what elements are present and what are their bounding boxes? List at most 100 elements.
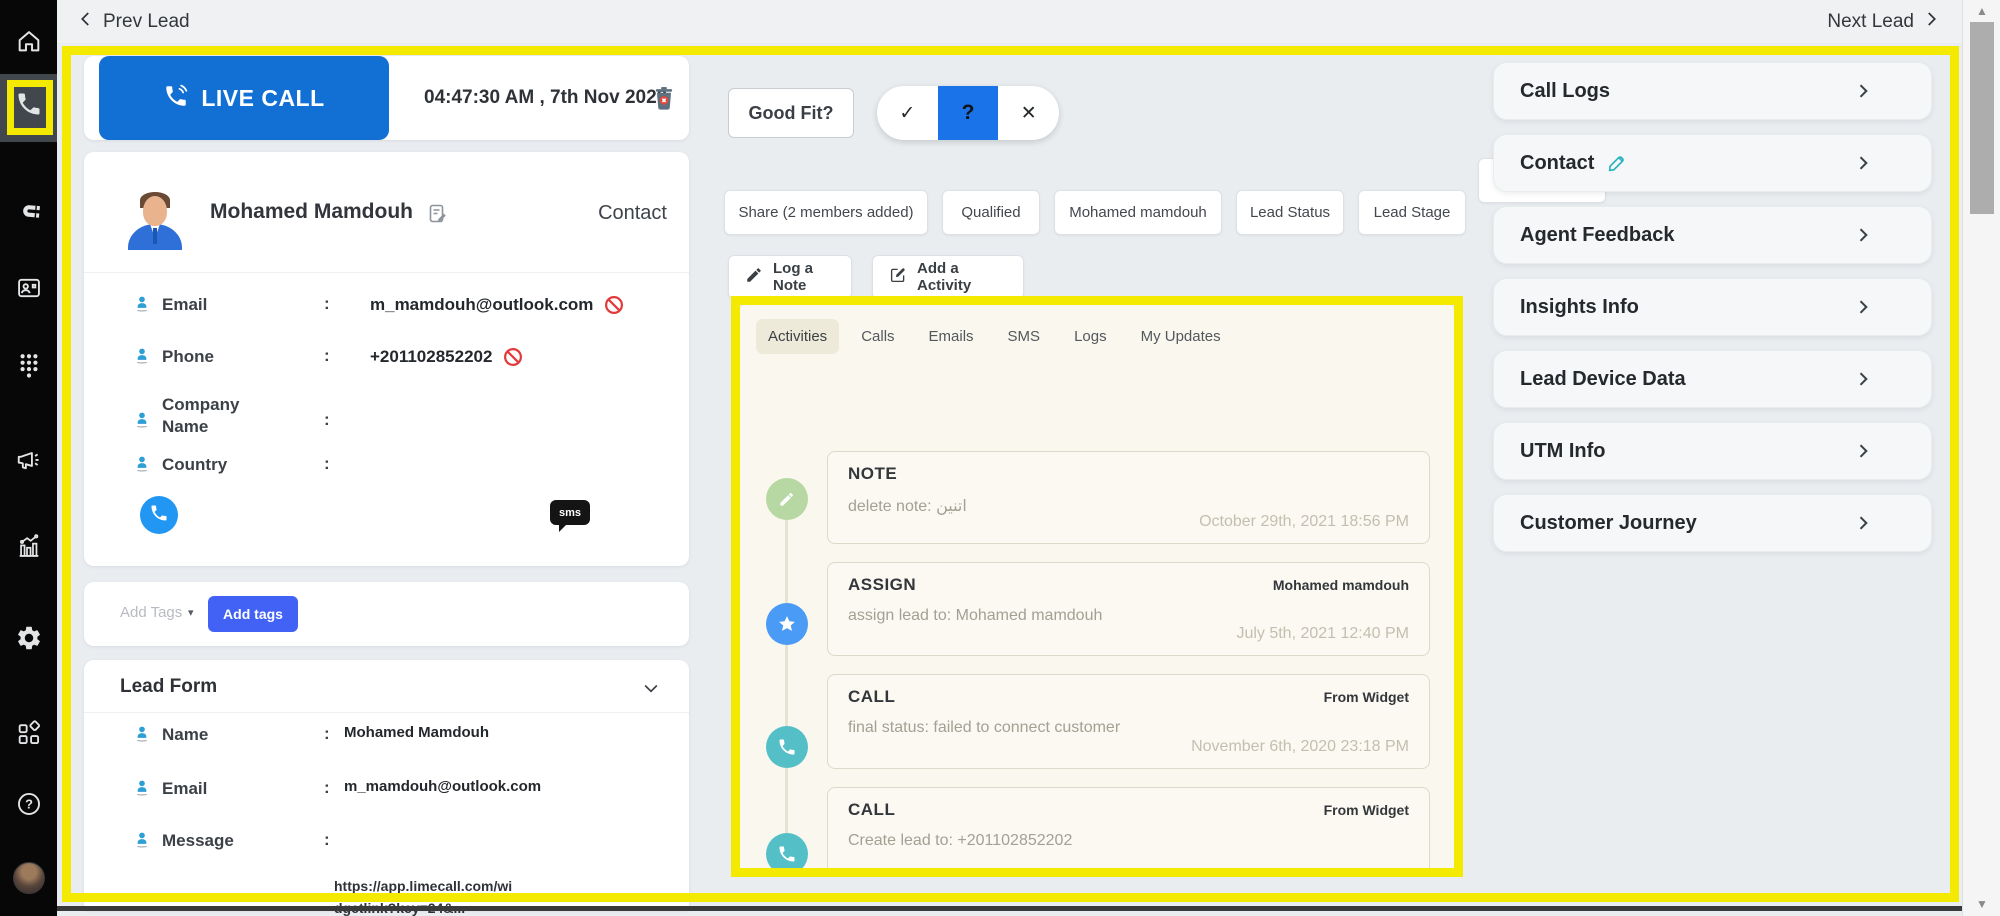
tab-my-updates[interactable]: My Updates <box>1129 319 1233 354</box>
activity-source: From Widget <box>1323 689 1409 705</box>
call-contact-button[interactable] <box>140 496 178 534</box>
svg-text:?: ? <box>25 796 33 811</box>
panel-customer-journey[interactable]: Customer Journey <box>1493 494 1932 552</box>
contact-field-country: Country : <box>84 454 689 484</box>
lead-form-url-line1: https://app.limecall.com/wi <box>334 878 513 894</box>
sidebar-item-campaigns[interactable] <box>0 434 57 490</box>
live-call-label: LIVE CALL <box>201 84 325 111</box>
pencil-icon <box>745 266 763 288</box>
divider <box>84 712 689 713</box>
megaphone-icon <box>15 446 43 479</box>
caret-down-icon[interactable]: ▾ <box>188 606 194 619</box>
next-lead-button[interactable]: Next Lead <box>1827 0 1940 43</box>
panel-utm-info[interactable]: UTM Info <box>1493 422 1932 480</box>
panel-call-logs[interactable]: Call Logs <box>1493 62 1932 120</box>
add-tags-dropdown[interactable]: Add Tags <box>120 604 182 621</box>
add-tags-button[interactable]: Add tags <box>208 596 298 632</box>
panel-agent-feedback[interactable]: Agent Feedback <box>1493 206 1932 264</box>
chevron-down-icon[interactable] <box>641 678 661 698</box>
sidebar-item-analytics[interactable] <box>0 520 57 576</box>
lead-status-button[interactable]: Lead Status <box>1236 190 1344 235</box>
fit-maybe-option-selected[interactable]: ? <box>937 86 999 140</box>
lead-form-field-email: Email : m_mamdouh@outlook.com <box>84 778 689 808</box>
owner-tag-button[interactable]: Mohamed mamdouh <box>1054 190 1222 235</box>
scrollbar-thumb[interactable] <box>1970 22 1994 214</box>
panel-contact[interactable]: Contact <box>1493 134 1932 192</box>
activity-timestamp: July 5th, 2021 12:40 PM <box>1236 625 1409 642</box>
panel-label: Agent Feedback <box>1520 223 1675 246</box>
phone-value[interactable]: +201102852202 <box>370 347 492 367</box>
timeline-connector <box>785 500 788 877</box>
tab-emails[interactable]: Emails <box>917 319 986 354</box>
field-label: Country <box>162 455 228 474</box>
activity-timestamp: November 6th, 2020 23:18 PM <box>1191 738 1409 755</box>
good-fit-button[interactable]: Good Fit? <box>728 88 854 138</box>
sidebar-item-home[interactable] <box>0 15 57 71</box>
lead-form-title: Lead Form <box>120 676 218 697</box>
sms-button[interactable]: sms <box>550 500 590 532</box>
activity-item-note[interactable]: NOTE delete note: اتنين October 29th, 20… <box>827 451 1430 544</box>
prev-lead-button[interactable]: Prev Lead <box>77 0 190 43</box>
tab-sms[interactable]: SMS <box>996 319 1053 354</box>
activity-item-call-1[interactable]: CALL From Widget final status: failed to… <box>827 674 1430 769</box>
chart-icon <box>15 532 43 565</box>
panel-insights-info[interactable]: Insights Info <box>1493 278 1932 336</box>
field-label: Phone <box>162 347 214 366</box>
tab-activities[interactable]: Activities <box>756 319 840 354</box>
field-separator: : <box>324 294 330 313</box>
email-value[interactable]: m_mamdouh@outlook.com <box>370 295 593 315</box>
sidebar-item-calls[interactable] <box>0 78 57 134</box>
sidebar-item-dialpad[interactable] <box>0 339 57 395</box>
edit-pencil-icon[interactable] <box>1606 152 1628 174</box>
lead-form-name-value: Mohamed Mamdouh <box>344 724 489 741</box>
fit-no-option[interactable]: ✕ <box>998 86 1059 140</box>
contact-field-phone: Phone : +201102852202 <box>84 346 689 376</box>
sidebar-item-contacts[interactable] <box>0 262 57 318</box>
field-separator: : <box>324 346 330 365</box>
add-a-activity-button[interactable]: Add a Activity <box>872 255 1024 299</box>
activity-type: ASSIGN <box>848 575 917 594</box>
chevron-right-icon <box>1853 81 1873 101</box>
person-pin-icon <box>132 410 152 430</box>
field-label: Name <box>162 725 209 744</box>
lead-nav-bar: Prev Lead Next Lead <box>57 0 1962 43</box>
delete-call-button[interactable] <box>650 84 678 112</box>
edit-square-icon <box>889 266 907 288</box>
user-avatar <box>12 862 45 894</box>
sidebar-item-integrations[interactable] <box>0 708 57 764</box>
tab-logs[interactable]: Logs <box>1062 319 1119 354</box>
panel-label: UTM Info <box>1520 439 1606 462</box>
notes-clipboard-icon[interactable] <box>426 202 450 231</box>
next-lead-label: Next Lead <box>1827 10 1914 32</box>
magnet-icon <box>15 197 43 230</box>
activity-body: final status: failed to connect customer <box>848 719 1121 736</box>
qualified-tag-button[interactable]: Qualified <box>942 190 1040 235</box>
call-activity-icon <box>766 833 808 875</box>
person-pin-icon <box>132 454 152 474</box>
activity-item-call-2[interactable]: CALL From Widget Create lead to: +201102… <box>827 787 1430 877</box>
good-fit-segmented-control: ✓ ? ✕ <box>877 86 1059 140</box>
tab-calls[interactable]: Calls <box>849 319 906 354</box>
field-separator: : <box>324 454 330 473</box>
activity-item-assign[interactable]: ASSIGN Mohamed mamdouh assign lead to: M… <box>827 562 1430 656</box>
chevron-right-icon <box>1922 10 1940 34</box>
sidebar-item-help[interactable]: ? <box>0 778 57 834</box>
scroll-up-icon[interactable]: ▲ <box>1963 4 2000 18</box>
activity-source: Mohamed mamdouh <box>1272 577 1409 593</box>
home-icon <box>15 27 43 60</box>
share-button[interactable]: Share (2 members added) <box>724 190 928 235</box>
sidebar-item-settings[interactable] <box>0 612 57 668</box>
panel-label: Customer Journey <box>1520 511 1697 534</box>
scroll-down-icon[interactable]: ▼ <box>1963 897 2000 911</box>
call-activity-icon <box>766 726 808 768</box>
fit-yes-option[interactable]: ✓ <box>877 86 938 140</box>
vertical-scrollbar[interactable]: ▲ ▼ <box>1962 0 2000 916</box>
panel-lead-device-data[interactable]: Lead Device Data <box>1493 350 1932 408</box>
activity-timestamp: October 29th, 2021 18:56 PM <box>1199 513 1409 530</box>
sms-icon-label: sms <box>558 506 582 519</box>
sidebar-item-lead-magnet[interactable] <box>0 185 57 241</box>
log-a-note-button[interactable]: Log a Note <box>728 255 852 299</box>
lead-stage-button[interactable]: Lead Stage <box>1358 190 1466 235</box>
lead-form-card: Lead Form Name : Mohamed Mamdouh Email :… <box>84 660 689 916</box>
sidebar-item-profile[interactable] <box>0 850 57 906</box>
